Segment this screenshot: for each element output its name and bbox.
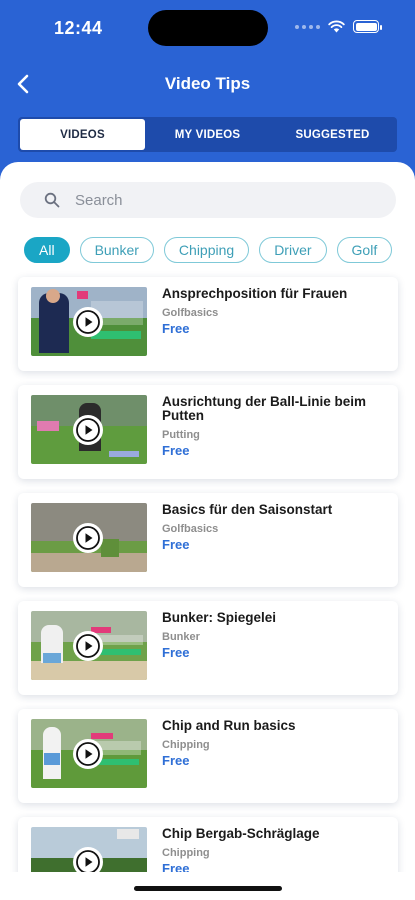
filter-chip-bunker[interactable]: Bunker xyxy=(79,237,154,263)
search-input[interactable] xyxy=(75,191,355,209)
play-button[interactable] xyxy=(73,523,103,553)
content-sheet: All Bunker Chipping Driver Golf Ansprech… xyxy=(0,162,415,900)
nav-header: Video Tips xyxy=(0,64,415,104)
video-category: Putting xyxy=(162,429,200,441)
play-icon xyxy=(76,742,100,766)
video-price: Free xyxy=(162,321,190,336)
dynamic-island xyxy=(148,10,268,46)
play-button[interactable] xyxy=(73,631,103,661)
search-bar[interactable] xyxy=(20,182,396,218)
video-thumbnail xyxy=(31,395,147,464)
wifi-icon xyxy=(328,20,345,33)
video-card[interactable]: Ansprechposition für Frauen Golfbasics F… xyxy=(18,277,398,371)
video-category: Bunker xyxy=(162,631,200,643)
video-category: Chipping xyxy=(162,847,210,859)
play-icon xyxy=(76,526,100,550)
status-time: 12:44 xyxy=(54,18,103,38)
video-thumbnail xyxy=(31,287,147,356)
video-category: Golfbasics xyxy=(162,523,219,535)
video-card[interactable]: Ausrichtung der Ball-Linie beim Putten P… xyxy=(18,385,398,479)
video-title: Chip and Run basics xyxy=(162,718,296,733)
video-card[interactable]: Chip and Run basics Chipping Free xyxy=(18,709,398,803)
video-title: Bunker: Spiegelei xyxy=(162,610,277,625)
play-icon xyxy=(76,418,100,442)
play-icon xyxy=(76,634,100,658)
status-bar: 12:44 xyxy=(0,0,415,58)
battery-icon xyxy=(353,20,382,33)
filter-chip-driver[interactable]: Driver xyxy=(259,237,327,263)
video-category: Golfbasics xyxy=(162,307,219,319)
tab-videos[interactable]: VIDEOS xyxy=(20,119,145,150)
play-button[interactable] xyxy=(73,307,103,337)
cellular-signal-icon xyxy=(295,24,320,29)
video-category: Chipping xyxy=(162,739,210,751)
home-indicator[interactable] xyxy=(134,886,282,891)
segmented-tabs: VIDEOS MY VIDEOS SUGGESTED xyxy=(18,117,397,152)
video-price: Free xyxy=(162,753,190,768)
play-icon xyxy=(76,310,100,334)
filter-chips: All Bunker Chipping Driver Golf xyxy=(24,237,415,265)
play-button[interactable] xyxy=(73,415,103,445)
tab-suggested[interactable]: SUGGESTED xyxy=(270,119,395,150)
video-card[interactable]: Basics für den Saisonstart Golfbasics Fr… xyxy=(18,493,398,587)
video-card[interactable]: Bunker: Spiegelei Bunker Free xyxy=(18,601,398,695)
video-title: Basics für den Saisonstart xyxy=(162,502,333,517)
video-price: Free xyxy=(162,537,190,552)
search-icon xyxy=(44,192,60,208)
page-title: Video Tips xyxy=(164,74,251,93)
filter-chip-all[interactable]: All xyxy=(24,237,70,263)
tab-my-videos[interactable]: MY VIDEOS xyxy=(145,119,270,150)
video-thumbnail xyxy=(31,611,147,680)
filter-chip-golf[interactable]: Golf xyxy=(336,237,393,263)
video-price: Free xyxy=(162,443,190,458)
play-button[interactable] xyxy=(73,739,103,769)
video-thumbnail xyxy=(31,503,147,572)
video-list: Ansprechposition für Frauen Golfbasics F… xyxy=(18,277,398,900)
video-price: Free xyxy=(162,645,190,660)
status-icons xyxy=(295,20,382,33)
video-title: Chip Bergab-Schräglage xyxy=(162,826,320,841)
video-title: Ausrichtung der Ball-Linie beim Putten xyxy=(162,394,367,423)
video-title: Ansprechposition für Frauen xyxy=(162,286,348,301)
video-thumbnail xyxy=(31,719,147,788)
filter-chip-chipping[interactable]: Chipping xyxy=(163,237,250,263)
